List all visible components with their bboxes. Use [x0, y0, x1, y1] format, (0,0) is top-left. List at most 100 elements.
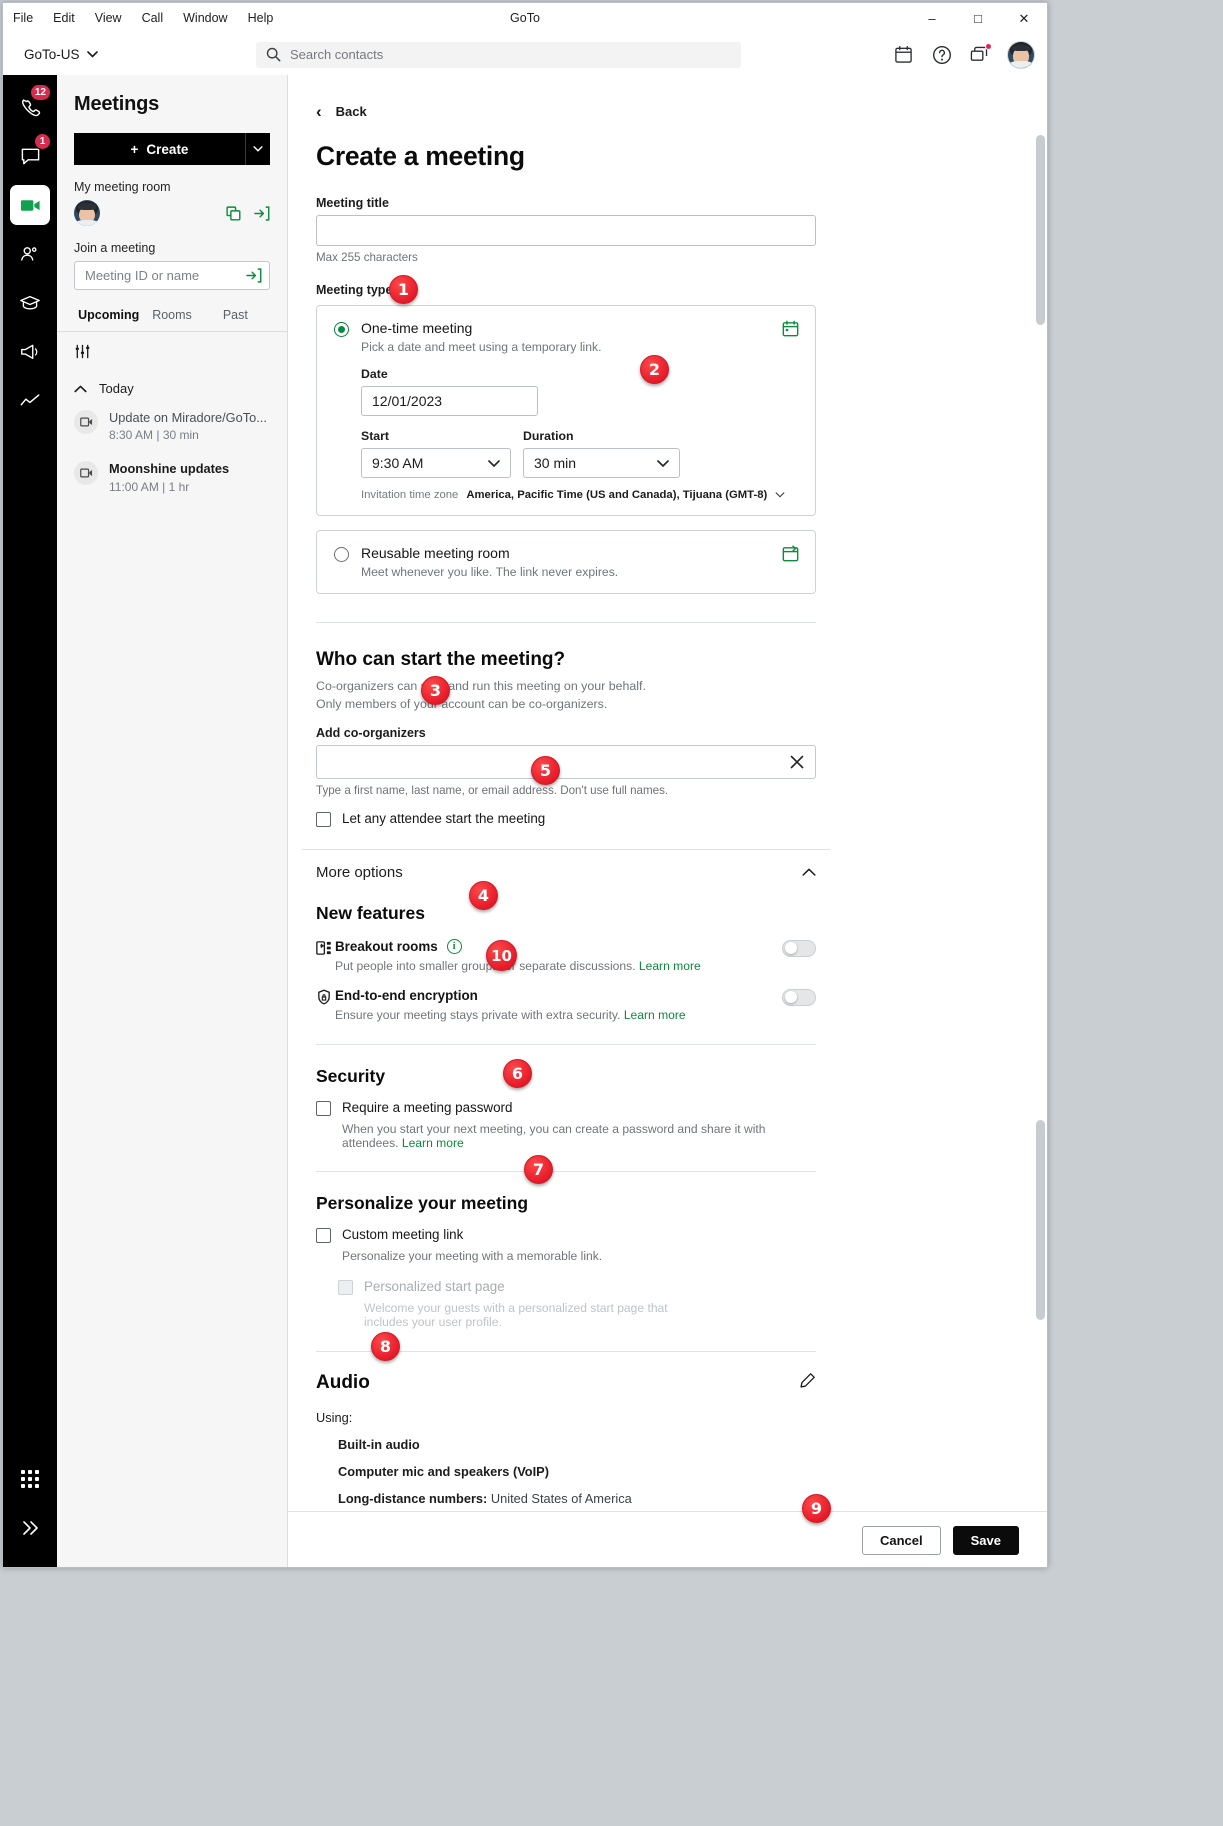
personalize-heading: Personalize your meeting	[316, 1192, 529, 1213]
date-input[interactable]	[361, 386, 538, 416]
apps-icon[interactable]	[969, 43, 992, 65]
join-meeting-field[interactable]	[74, 261, 270, 290]
tab-upcoming[interactable]: Upcoming	[77, 308, 140, 331]
require-password-row[interactable]: Require a meeting password	[316, 1100, 816, 1116]
meeting-title-input[interactable]	[316, 215, 816, 246]
learn-more-link[interactable]: Learn more	[624, 1008, 686, 1022]
scrollbar-thumb-lower[interactable]	[1036, 1120, 1045, 1320]
create-button[interactable]: + Create	[74, 133, 245, 165]
audio-line-label: Built-in audio	[338, 1436, 420, 1452]
rail-item-training[interactable]	[10, 283, 50, 323]
cancel-button[interactable]: Cancel	[861, 1526, 941, 1555]
require-password-checkbox[interactable]	[316, 1100, 331, 1116]
feature-e2e-desc-text: Ensure your meeting stays private with e…	[335, 1007, 621, 1022]
tab-past[interactable]: Past	[204, 308, 267, 331]
meeting-title: Update on Miradore/GoTo...	[109, 410, 267, 425]
one-time-radio[interactable]	[334, 322, 349, 337]
menu-help[interactable]: Help	[238, 3, 284, 34]
duration-select[interactable]: 30 min	[523, 448, 680, 478]
save-button[interactable]: Save	[952, 1526, 1019, 1555]
edit-icon[interactable]	[799, 1372, 816, 1394]
rail-badge-calls: 12	[29, 84, 51, 101]
one-time-radio-row[interactable]: One-time meeting Pick a date and meet us…	[334, 320, 799, 354]
duration-group: Duration 30 min	[523, 429, 680, 478]
feature-breakout-body: Breakout rooms i Put people into smaller…	[335, 938, 768, 973]
reusable-radio-row[interactable]: Reusable meeting room Meet whenever you …	[334, 545, 799, 579]
avatar[interactable]	[1007, 40, 1035, 69]
account-switcher[interactable]: GoTo-US	[24, 47, 98, 62]
timezone-label: Invitation time zone	[361, 489, 459, 501]
scrollbar-track[interactable]	[1034, 75, 1047, 1511]
start-time-group: Start 9:30 AM	[361, 429, 511, 478]
feature-breakout-toggle[interactable]	[782, 939, 816, 957]
search-input[interactable]	[290, 47, 731, 62]
meeting-type-reusable-card[interactable]: Reusable meeting room Meet whenever you …	[316, 530, 816, 594]
start-time-select[interactable]: 9:30 AM	[361, 448, 511, 478]
rail-item-webinars[interactable]	[10, 332, 50, 372]
search-box[interactable]	[256, 41, 741, 68]
more-options-label: More options	[316, 863, 403, 881]
window-controls: – □ ✕	[909, 3, 1047, 34]
filter-icon[interactable]	[74, 344, 91, 364]
rail-item-meetings[interactable]	[10, 185, 50, 225]
close-button[interactable]: ✕	[1001, 3, 1047, 34]
divider	[316, 1350, 816, 1352]
meeting-type-one-time-card[interactable]: One-time meeting Pick a date and meet us…	[316, 305, 816, 516]
let-attendee-start-row[interactable]: Let any attendee start the meeting	[316, 811, 816, 827]
feature-e2e-encryption: End-to-end encryption Ensure your meetin…	[316, 988, 816, 1022]
list-item[interactable]: Moonshine updates 11:00 AM | 1 hr	[57, 451, 287, 502]
reusable-radio[interactable]	[334, 547, 349, 562]
menu-file[interactable]: File	[3, 3, 43, 34]
avatar-illustration	[1008, 42, 1034, 68]
maximize-button[interactable]: □	[955, 3, 1001, 34]
timezone-row[interactable]: Invitation time zone America, Pacific Ti…	[361, 489, 799, 501]
enter-room-icon[interactable]	[254, 205, 270, 221]
rail-item-expand[interactable]	[10, 1508, 50, 1548]
chevron-down-icon	[253, 146, 263, 152]
custom-link-row[interactable]: Custom meeting link	[316, 1227, 816, 1243]
rail-item-analytics[interactable]	[10, 381, 50, 421]
list-item[interactable]: Update on Miradore/GoTo... 8:30 AM | 30 …	[57, 400, 287, 451]
more-options-toggle[interactable]: More options	[302, 850, 830, 895]
back-button[interactable]: ‹ Back	[316, 103, 816, 120]
learn-more-link[interactable]: Learn more	[402, 1136, 464, 1150]
create-dropdown-button[interactable]	[245, 133, 270, 165]
join-meeting-input[interactable]	[85, 268, 246, 283]
add-co-organizers-label: Add co-organizers	[316, 725, 426, 740]
let-attendee-start-checkbox[interactable]	[316, 811, 331, 827]
create-button-label: Create	[146, 141, 189, 157]
avatar[interactable]	[74, 200, 100, 226]
form-heading: Create a meeting	[316, 141, 525, 171]
require-password-desc: When you start your next meeting, you ca…	[342, 1122, 816, 1150]
tab-rooms[interactable]: Rooms	[140, 308, 203, 331]
feature-e2e-toggle[interactable]	[782, 988, 816, 1006]
join-arrow-icon[interactable]	[246, 268, 262, 283]
rail-item-messages[interactable]: 1	[10, 133, 51, 176]
menu-edit[interactable]: Edit	[43, 3, 85, 34]
audio-heading: Audio	[316, 1371, 370, 1393]
reusable-text: Reusable meeting room Meet whenever you …	[361, 545, 618, 579]
co-organizers-input[interactable]	[328, 754, 790, 770]
audio-line: Long-distance numbers: United States of …	[316, 1491, 816, 1506]
help-icon[interactable]	[931, 44, 952, 65]
new-features-section: New features Breakout rooms i Put people…	[316, 903, 816, 1022]
co-organizers-field[interactable]	[316, 744, 816, 779]
rail-item-contacts[interactable]	[10, 234, 50, 274]
scrollbar-thumb[interactable]	[1036, 135, 1045, 325]
copy-icon[interactable]	[226, 205, 241, 221]
menu-window[interactable]: Window	[173, 3, 237, 34]
calendar-icon[interactable]	[893, 44, 914, 65]
minimize-button[interactable]: –	[909, 3, 955, 34]
menu-view[interactable]: View	[85, 3, 132, 34]
menu-call[interactable]: Call	[132, 3, 174, 34]
rail-item-calls[interactable]: 12	[10, 84, 51, 127]
rail-item-apps-grid[interactable]	[10, 1459, 50, 1499]
info-icon[interactable]: i	[446, 938, 462, 954]
custom-link-checkbox[interactable]	[316, 1227, 331, 1243]
form-scroll-area[interactable]: ‹ Back Create a meeting Meeting title Ma…	[288, 75, 1047, 1511]
learn-more-link[interactable]: Learn more	[639, 959, 701, 973]
close-icon[interactable]	[790, 755, 804, 769]
group-today[interactable]: Today	[57, 369, 287, 400]
duration-value: 30 min	[534, 455, 577, 471]
start-page-label: Personalized start page	[364, 1278, 505, 1294]
